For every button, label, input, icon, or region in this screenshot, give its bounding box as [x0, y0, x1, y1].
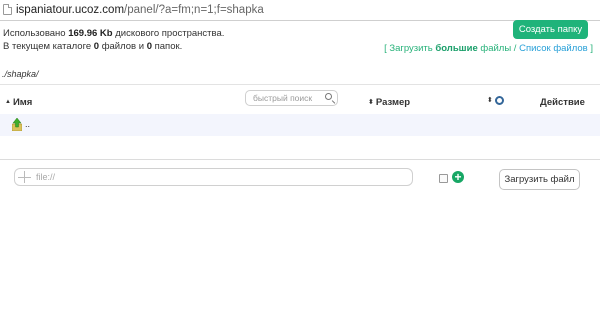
upload-links: [ Загрузить большие файлы / Список файло… — [384, 43, 593, 54]
upload-big-files-link[interactable]: Загрузить большие файлы — [389, 43, 511, 54]
column-action-header: Действие — [540, 97, 585, 108]
add-field-plus-icon[interactable]: + — [452, 171, 464, 183]
link-separator: / — [513, 43, 517, 54]
quick-search-input[interactable]: быстрый поиск — [245, 90, 338, 106]
url-host: ispaniatour.ucoz.com — [16, 4, 125, 16]
create-folder-button[interactable]: Создать папку — [513, 20, 588, 39]
column-size-label: Размер — [375, 97, 411, 108]
divider — [0, 159, 600, 160]
permissions-icon — [494, 95, 504, 105]
upload-file-button[interactable]: Загрузить файл — [499, 169, 580, 190]
crosshair-icon — [18, 171, 31, 183]
column-name-label: Имя — [12, 97, 33, 108]
catalog-prefix: В текущем каталоге — [3, 41, 92, 52]
usage-prefix: Использовано — [3, 28, 66, 39]
upload-checkbox[interactable] — [439, 174, 448, 183]
disk-usage-info: Использовано 169.96 Kb дискового простра… — [3, 27, 224, 53]
url-text[interactable]: ispaniatour.ucoz.com/panel/?a=fm;n=1;f=s… — [16, 2, 264, 18]
upload-link-big: большие — [435, 43, 478, 54]
upload-link-pre: Загрузить — [389, 43, 433, 54]
table-header: ▲ Имя быстрый поиск ⬍ Размер ⬍ Действие — [0, 85, 600, 113]
search-placeholder: быстрый поиск — [253, 93, 313, 103]
file-path-placeholder: file:// — [36, 172, 56, 182]
sort-toggle-icon: ⬍ — [368, 99, 374, 107]
url-path: /panel/?a=fm;n=1;f=shapka — [124, 4, 264, 16]
page-icon — [3, 4, 12, 15]
usage-amount: 169.96 Kb — [68, 28, 113, 39]
breadcrumb: ./shapka/ — [2, 69, 39, 79]
bracket-open: [ — [384, 43, 387, 54]
parent-folder-up-icon — [12, 118, 22, 131]
bracket-close: ] — [590, 43, 593, 54]
file-path-input[interactable]: file:// — [14, 168, 413, 186]
files-count: 0 — [93, 41, 100, 52]
sort-up-icon: ▲ — [5, 99, 11, 106]
upload-link-post: файлы — [480, 43, 512, 54]
file-list-link[interactable]: Список файлов — [519, 43, 588, 54]
files-label: файлов и — [101, 41, 145, 52]
folders-count: 0 — [146, 41, 152, 52]
browser-address-bar[interactable]: ispaniatour.ucoz.com/panel/?a=fm;n=1;f=s… — [0, 0, 600, 21]
sort-toggle-icon: ⬍ — [487, 97, 493, 105]
parent-folder-label: .. — [25, 119, 31, 129]
usage-suffix: дискового пространства. — [115, 28, 225, 39]
table-row[interactable]: .. — [0, 114, 600, 136]
folders-label: папок. — [154, 41, 183, 52]
column-permissions-header[interactable]: ⬍ — [487, 95, 504, 106]
column-name-header[interactable]: ▲ Имя — [5, 97, 32, 108]
column-size-header[interactable]: ⬍ Размер — [368, 97, 410, 108]
search-icon — [325, 93, 332, 100]
